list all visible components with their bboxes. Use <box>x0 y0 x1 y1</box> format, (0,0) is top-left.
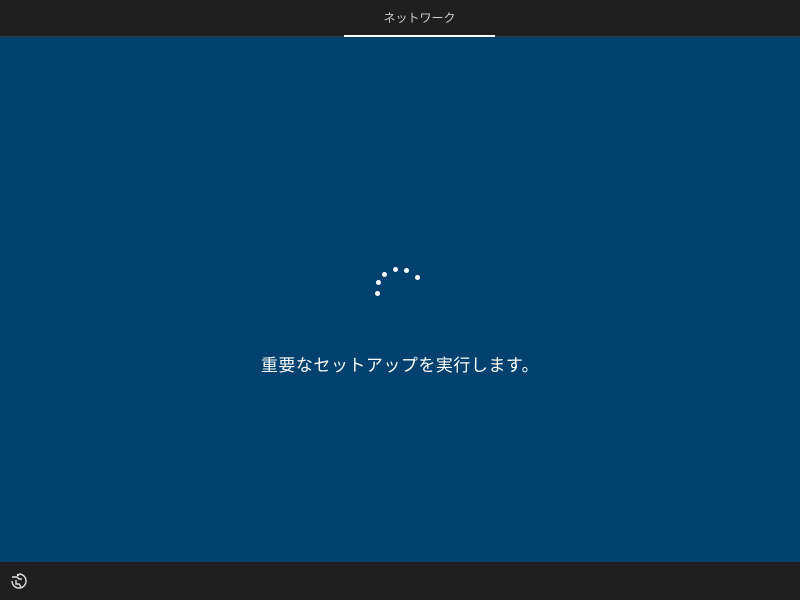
spinner-dot <box>376 280 381 285</box>
spinner-dot <box>404 268 409 273</box>
spinner-dot <box>393 267 398 272</box>
spinner-dot <box>375 291 380 296</box>
setup-status-text: 重要なセットアップを実行します。 <box>260 356 540 376</box>
ease-of-access-button[interactable] <box>8 570 30 592</box>
tab-network: ネットワーク <box>383 11 456 25</box>
spinner-dot <box>382 272 387 277</box>
setup-content-area: 重要なセットアップを実行します。 <box>0 37 800 562</box>
top-header-bar: ネットワーク <box>0 0 800 37</box>
ease-of-access-icon <box>11 573 27 589</box>
spinner-dot <box>415 275 420 280</box>
loading-dots-icon <box>370 267 430 307</box>
bottom-bar <box>0 562 800 600</box>
